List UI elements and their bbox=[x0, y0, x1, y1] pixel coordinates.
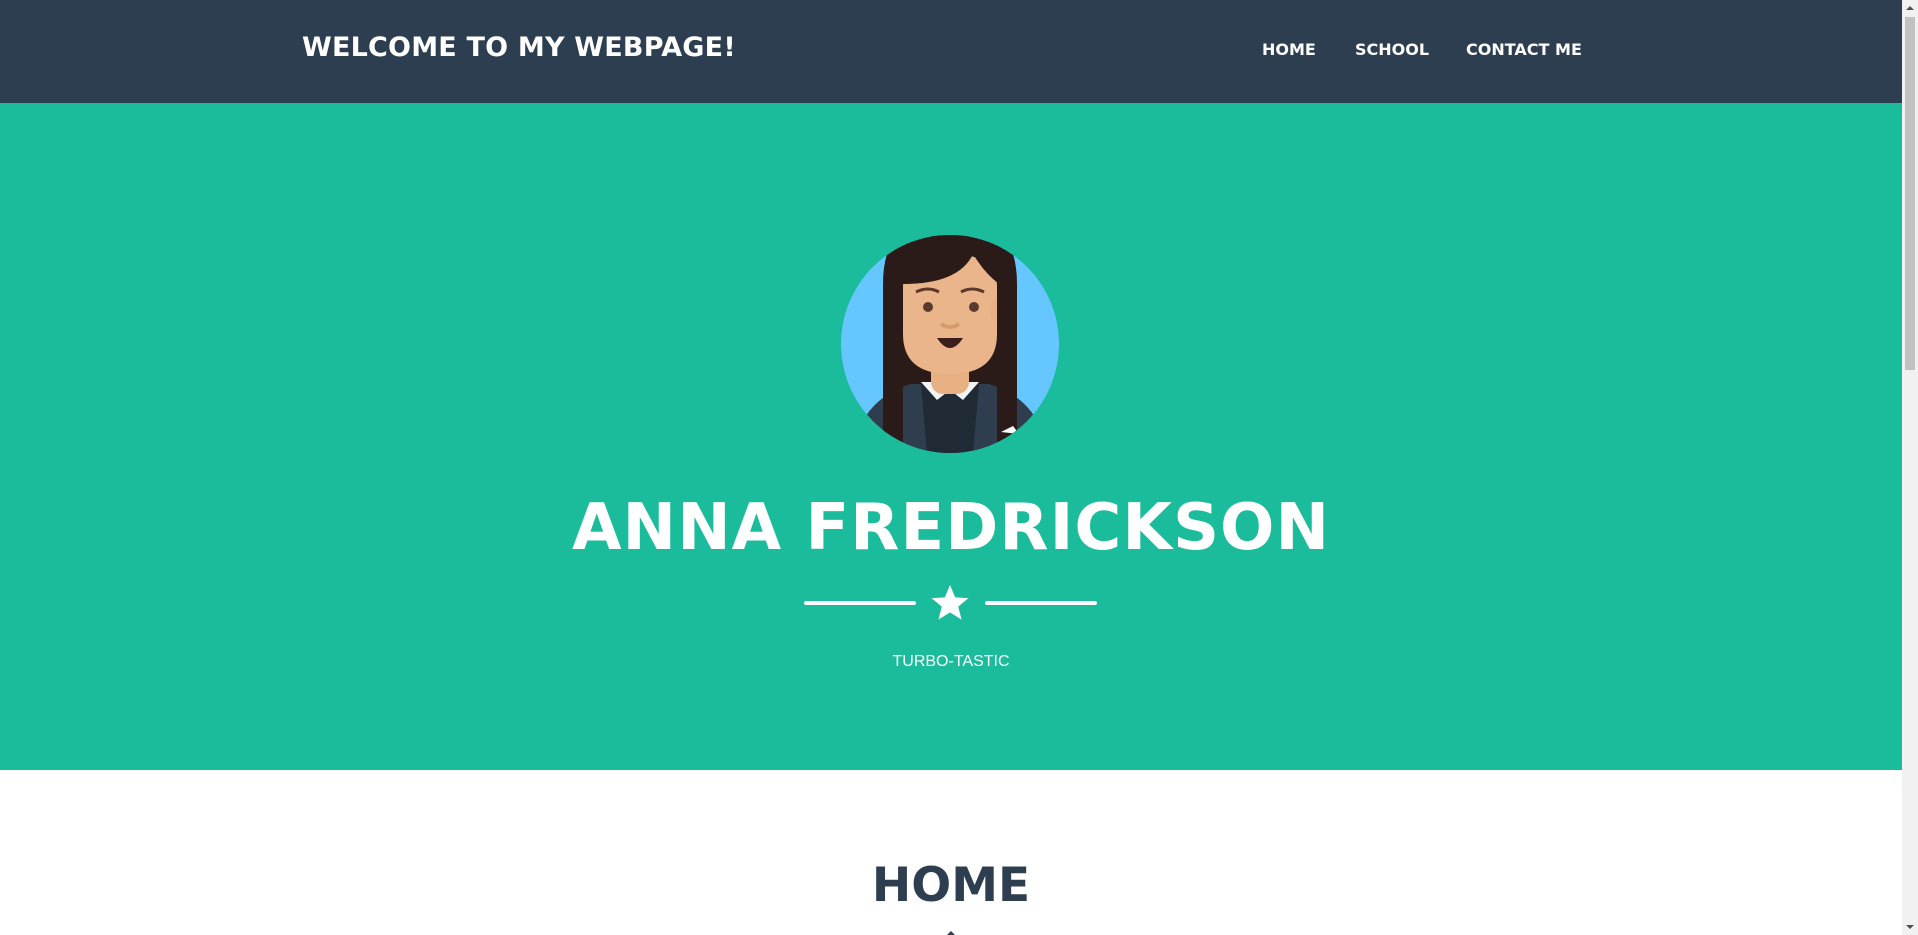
vertical-scrollbar[interactable] bbox=[1902, 0, 1918, 935]
star-icon bbox=[931, 585, 969, 620]
home-section: HOME bbox=[0, 770, 1902, 935]
page: WELCOME TO MY WEBPAGE! HOME SCHOOL CONTA… bbox=[0, 0, 1918, 935]
nav-link-home[interactable]: HOME bbox=[1262, 40, 1316, 59]
home-heading: HOME bbox=[871, 858, 1031, 913]
masthead: ANNA FREDRICKSON TURBO-TASTIC bbox=[0, 103, 1902, 770]
nav-link-school[interactable]: SCHOOL bbox=[1355, 40, 1429, 59]
divider-line-left bbox=[804, 601, 916, 605]
star-divider bbox=[804, 582, 1097, 626]
page-content: WELCOME TO MY WEBPAGE! HOME SCHOOL CONTA… bbox=[0, 0, 1902, 935]
scroll-down-arrow-icon[interactable] bbox=[1902, 918, 1918, 935]
star-icon bbox=[947, 931, 955, 935]
masthead-name: ANNA FREDRICKSON bbox=[571, 491, 1331, 565]
avatar-woman-icon bbox=[841, 235, 1059, 453]
divider-line-right bbox=[985, 601, 1097, 605]
scrollbar-thumb[interactable] bbox=[1905, 17, 1915, 370]
masthead-subtitle: TURBO-TASTIC bbox=[892, 653, 1010, 670]
nav-link-contact-me[interactable]: CONTACT ME bbox=[1466, 40, 1582, 59]
navbar: WELCOME TO MY WEBPAGE! HOME SCHOOL CONTA… bbox=[0, 0, 1902, 103]
brand-link[interactable]: WELCOME TO MY WEBPAGE! bbox=[302, 32, 736, 63]
scroll-up-arrow-icon[interactable] bbox=[1902, 0, 1918, 17]
